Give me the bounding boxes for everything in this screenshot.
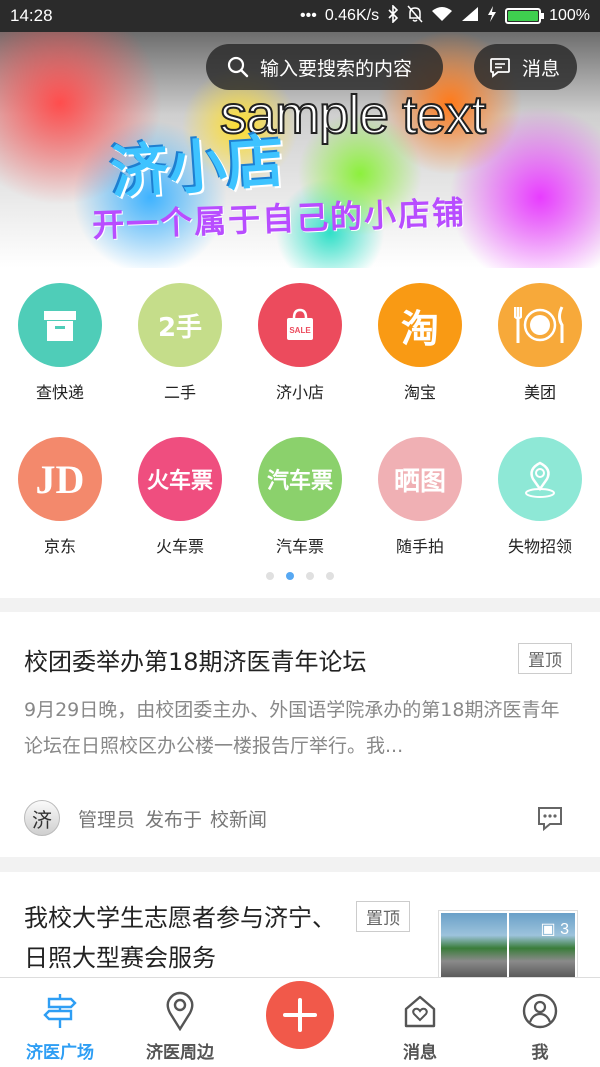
- shortcut-label: 淘宝: [403, 383, 436, 402]
- nav-nearby[interactable]: 济医周边: [120, 990, 240, 1063]
- nav-label: 消息: [403, 1043, 437, 1063]
- signal-icon: [461, 6, 479, 27]
- feed-author[interactable]: 管理员: [78, 805, 135, 832]
- train-ticket-icon-text: 火车票: [146, 469, 213, 494]
- avatar[interactable]: 济: [24, 800, 60, 836]
- shortcut-snapshot[interactable]: 晒图 随手拍: [360, 437, 480, 557]
- charging-icon: [487, 5, 497, 27]
- signpost-icon: [0, 990, 120, 1032]
- thumbnail-image: ▣ 3: [509, 913, 575, 977]
- bus-ticket-icon-text: 汽车票: [266, 469, 333, 494]
- shortcut-label: 二手: [163, 383, 196, 402]
- map-pin-icon: [120, 990, 240, 1032]
- chat-bubble-icon: [490, 58, 510, 78]
- jd-icon: JD: [18, 437, 102, 521]
- shortcut-label: 美团: [523, 383, 556, 402]
- feed-card[interactable]: 我校大学生志愿者参与济宁、日照大型赛会服务 置顶 ▣ 3: [0, 872, 600, 982]
- feed-summary: 9月29日晚，由校团委主办、外国语学院承办的第18期济医青年论坛在日照校区办公楼…: [24, 699, 560, 757]
- wifi-icon: [431, 6, 453, 27]
- page-indicator: [0, 572, 600, 580]
- shortcut-label: 失物招领: [507, 537, 572, 556]
- messages-button[interactable]: 消息: [474, 44, 577, 90]
- shortcut-label: 京东: [43, 537, 76, 556]
- nav-label: 济医周边: [146, 1043, 214, 1063]
- shortcut-grid: 查快递 2手 二手 SALE 济小店 淘 淘宝 美团 JD 京东 火车票 火车票…: [0, 268, 600, 598]
- shortcut-taobao[interactable]: 淘 淘宝: [360, 283, 480, 403]
- taobao-icon: 淘: [378, 283, 462, 367]
- feed-title: 校团委举办第18期济医青年论坛: [24, 648, 367, 676]
- shortcut-label: 火车票: [155, 537, 204, 556]
- feed-published-in: 发布于: [145, 808, 203, 831]
- bluetooth-icon: [387, 3, 399, 28]
- box-icon: [18, 283, 102, 367]
- search-bar[interactable]: 输入要搜索的内容: [206, 44, 443, 90]
- second-hand-icon: 2手: [138, 283, 222, 367]
- nav-label: 我: [531, 1043, 549, 1063]
- image-count: ▣ 3: [541, 919, 569, 939]
- user-icon: [480, 990, 600, 1032]
- shortcut-label: 汽车票: [275, 537, 324, 556]
- plus-icon: [283, 998, 317, 1032]
- add-post-button[interactable]: [266, 981, 334, 1049]
- shortcut-express[interactable]: 查快递: [0, 283, 120, 403]
- image-count-value: 3: [560, 921, 569, 938]
- photo-icon-text: 晒图: [393, 466, 446, 497]
- shortcut-meituan[interactable]: 美团: [480, 283, 600, 403]
- comment-icon[interactable]: [536, 804, 564, 836]
- nav-plaza[interactable]: 济医广场: [0, 990, 120, 1063]
- shopping-bag-icon: SALE: [258, 283, 342, 367]
- photo-icon: 晒图: [378, 437, 462, 521]
- messages-label: 消息: [522, 57, 561, 80]
- feed-channel[interactable]: 校新闻: [210, 805, 267, 832]
- nav-label: 济医广场: [26, 1043, 94, 1063]
- feed-card[interactable]: 校团委举办第18期济医青年论坛 置顶 9月29日晚，由校团委主办、外国语学院承办…: [0, 612, 600, 857]
- battery-percent: 100%: [549, 7, 590, 24]
- pinned-tag: 置顶: [518, 643, 572, 674]
- thumbnail-image: [441, 913, 507, 977]
- feed-title: 我校大学生志愿者参与济宁、日照大型赛会服务: [24, 904, 336, 972]
- shortcut-jd[interactable]: JD 京东: [0, 437, 120, 557]
- shortcut-bus-ticket[interactable]: 汽车票 汽车票: [240, 437, 360, 557]
- page-dot-active[interactable]: [286, 572, 294, 580]
- feed-meta: 济 管理员 发布于 校新闻: [24, 800, 267, 836]
- battery-level: [508, 11, 539, 21]
- battery-icon: [505, 8, 545, 24]
- page-dot[interactable]: [266, 572, 274, 580]
- search-icon: [227, 56, 249, 78]
- nav-me[interactable]: 我: [480, 990, 600, 1063]
- train-ticket-icon: 火车票: [138, 437, 222, 521]
- house-heart-icon: [360, 990, 480, 1032]
- page-dot[interactable]: [306, 572, 314, 580]
- mute-bell-icon: [407, 5, 423, 28]
- shortcut-train-ticket[interactable]: 火车票 火车票: [120, 437, 240, 557]
- jd-icon-text: JD: [35, 456, 85, 502]
- bottom-nav: 济医广场 济医周边 消息 我: [0, 977, 600, 1067]
- sale-text: SALE: [289, 326, 311, 335]
- search-placeholder: 输入要搜索的内容: [260, 57, 413, 80]
- shortcut-second-hand[interactable]: 2手 二手: [120, 283, 240, 403]
- network-speed: 0.46K/s: [324, 7, 380, 24]
- pinned-tag: 置顶: [356, 901, 410, 932]
- status-time: 14:28: [10, 6, 53, 25]
- gallery-icon: ▣: [540, 921, 556, 938]
- shortcut-lost-found[interactable]: 失物招领: [480, 437, 600, 557]
- more-dots-icon: •••: [300, 7, 317, 24]
- shortcut-label: 查快递: [35, 383, 84, 402]
- plate-utensils-icon: [498, 283, 582, 367]
- page-dot[interactable]: [326, 572, 334, 580]
- feed-thumbnail[interactable]: ▣ 3: [438, 910, 578, 980]
- shortcut-label: 济小店: [275, 383, 324, 402]
- bus-ticket-icon: 汽车票: [258, 437, 342, 521]
- nav-messages[interactable]: 消息: [360, 990, 480, 1063]
- second-hand-icon-text: 2手: [157, 312, 203, 343]
- location-pin-icon: [498, 437, 582, 521]
- shortcut-shop[interactable]: SALE 济小店: [240, 283, 360, 403]
- status-bar: 14:28 ••• 0.46K/s 100%: [0, 0, 600, 32]
- taobao-icon-text: 淘: [400, 306, 439, 351]
- shortcut-label: 随手拍: [395, 537, 444, 556]
